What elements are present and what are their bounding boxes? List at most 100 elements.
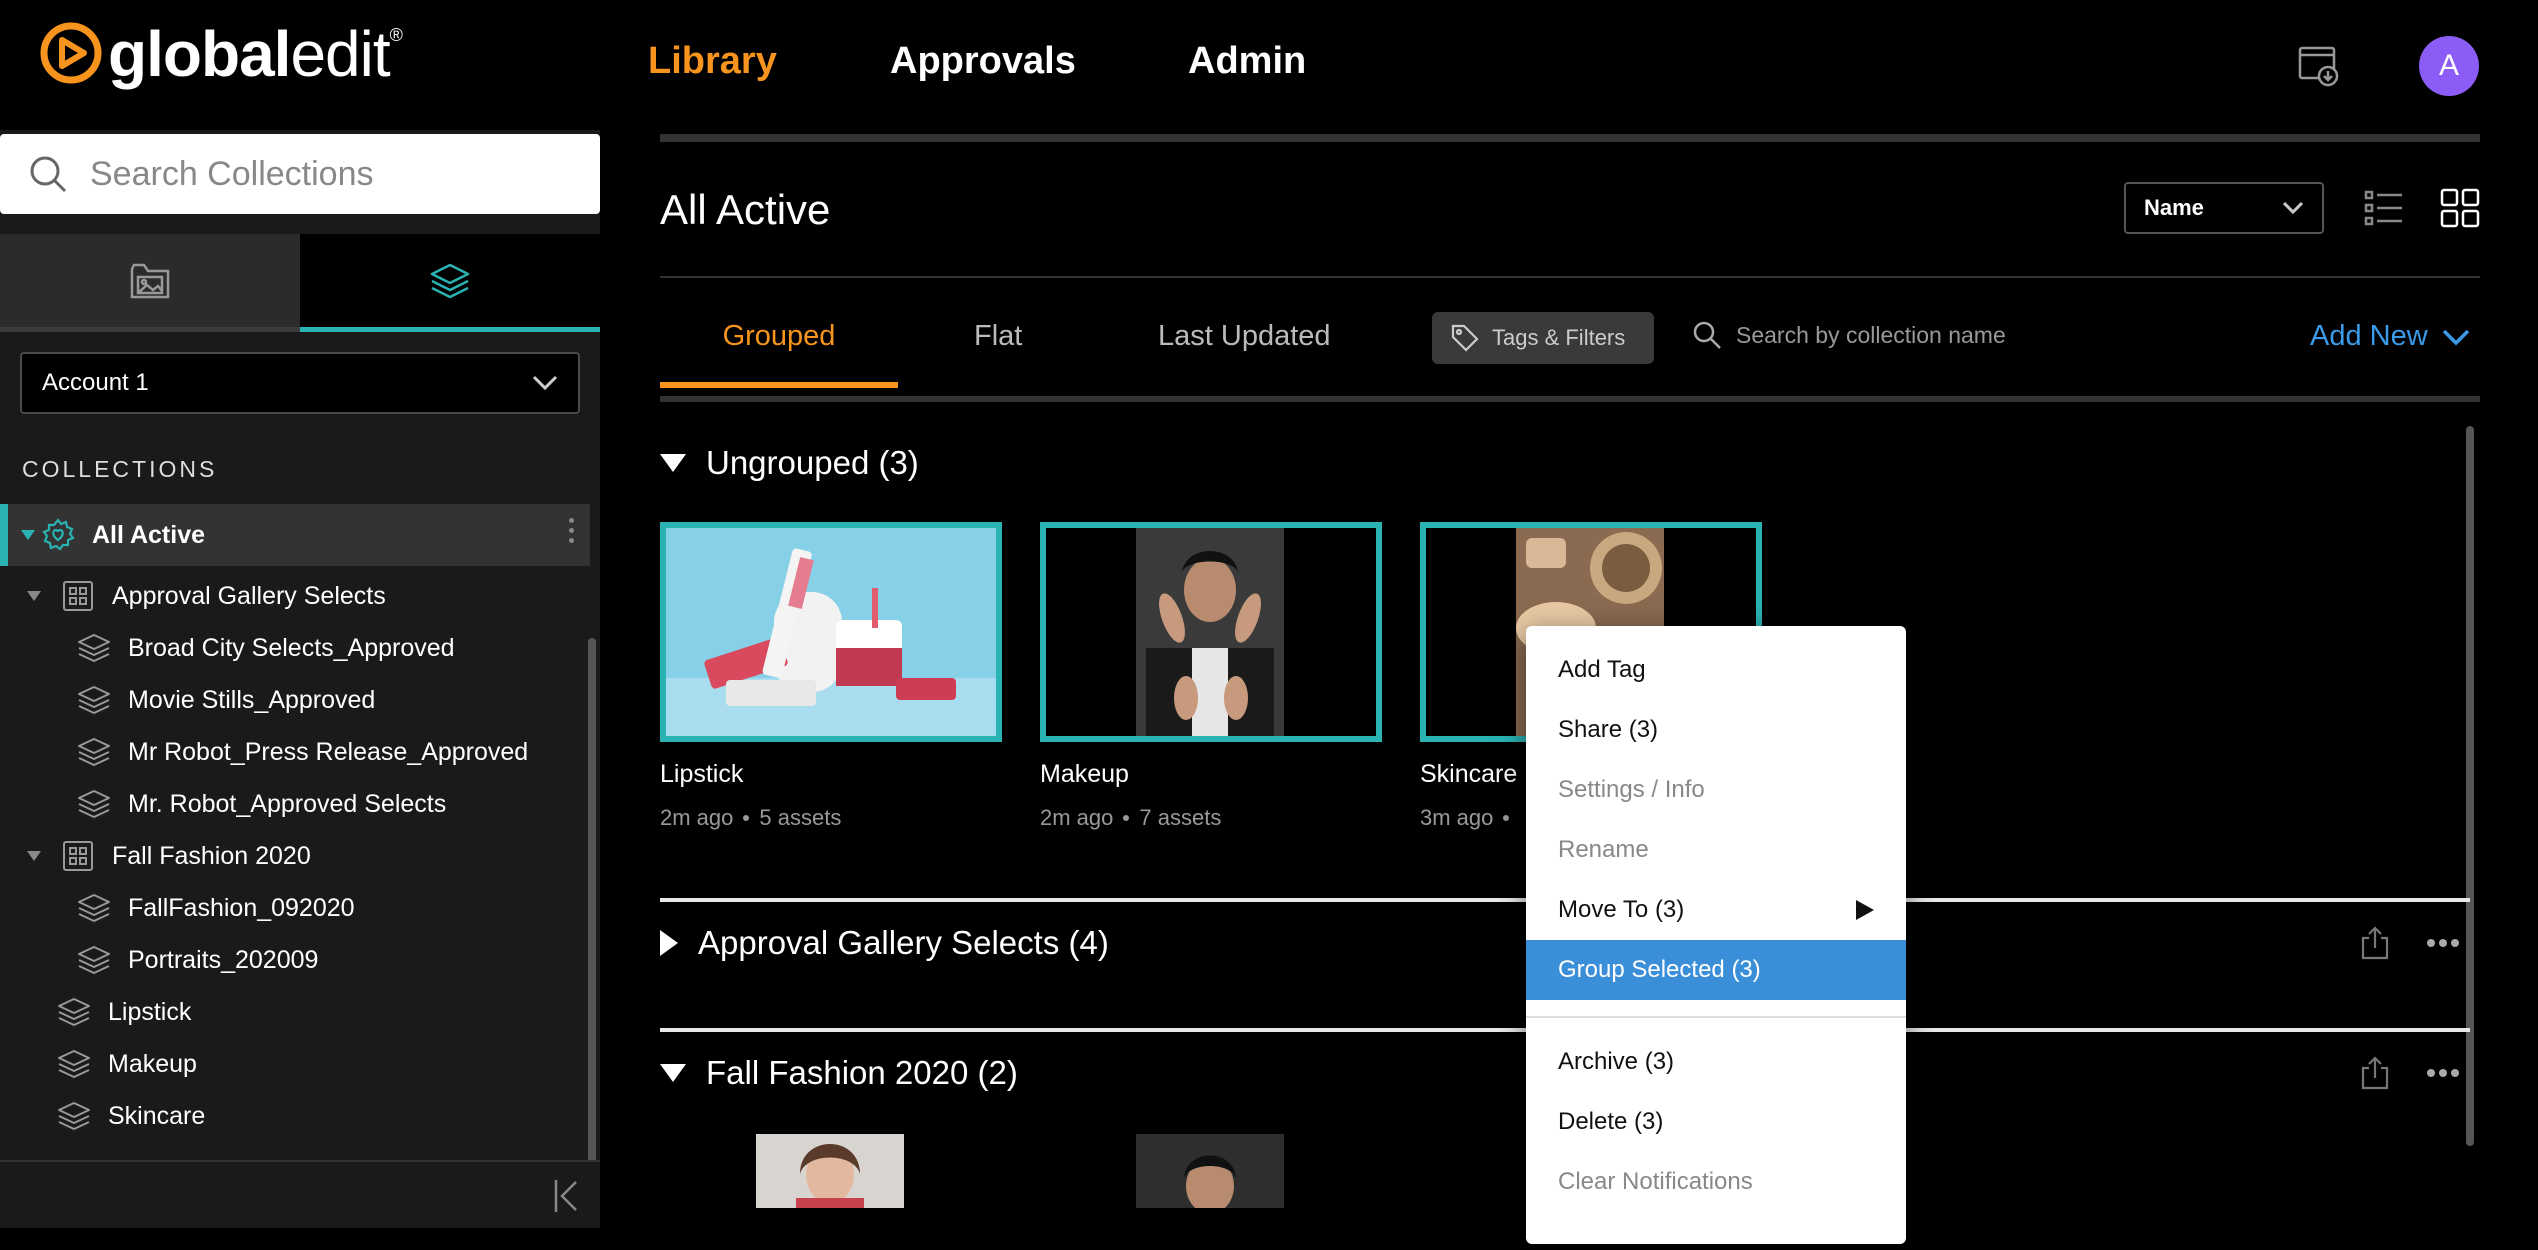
main-scrollbar[interactable] [2466,426,2474,1146]
tag-icon [1451,324,1479,352]
account-select-value: Account 1 [42,369,149,396]
menu-item-rename[interactable]: Rename [1526,820,1906,880]
caret-right-icon [660,930,678,956]
caret-down-icon[interactable] [24,591,44,601]
tree-item-skincare[interactable]: Skincare [0,1090,590,1142]
tab-flat[interactable]: Flat [974,320,1022,388]
tree-item-approval-gallery-selects[interactable]: Approval Gallery Selects [0,570,590,622]
globaledit-logo[interactable]: globaledit® [38,20,403,86]
share-icon[interactable] [2360,1056,2390,1090]
layers-icon [74,789,114,819]
collection-card-makeup[interactable]: Makeup 2m ago 7 assets [1040,522,1382,831]
tags-filters-button[interactable]: Tags & Filters [1432,312,1654,364]
layers-icon [430,263,470,298]
caret-down-icon[interactable] [24,851,44,861]
tree-item-mr-robot-approved-selects[interactable]: Mr. Robot_Approved Selects [0,778,590,830]
tree-item-label: All Active [92,520,206,549]
card-thumbnail[interactable] [1136,1134,1284,1208]
menu-item-move-to[interactable]: Move To (3) [1526,880,1906,940]
sidebar-scrollbar[interactable] [588,638,596,1178]
tree-item-lipstick[interactable]: Lipstick [0,986,590,1038]
collection-search [1692,320,2076,350]
context-menu: Add Tag Share (3) Settings / Info Rename… [1526,626,1906,1244]
top-bar: globaledit® Library Approvals Admin A [0,0,2538,130]
tree-item-mr-robot-press-release[interactable]: Mr Robot_Press Release_Approved [0,726,590,778]
user-avatar[interactable]: A [2419,36,2479,96]
card-name: Lipstick [660,760,744,788]
share-icon[interactable] [2360,926,2390,960]
group-actions [2360,1056,2460,1090]
chevron-down-icon [2282,201,2304,215]
divider [660,396,2480,402]
tree-item-broad-city-selects[interactable]: Broad City Selects_Approved [0,622,590,674]
gallery-group-icon [58,840,98,872]
menu-item-share[interactable]: Share (3) [1526,700,1906,760]
nav-admin[interactable]: Admin [1188,40,1306,83]
collection-card-lipstick[interactable]: Lipstick 2m ago 5 assets [660,522,1002,831]
collapse-sidebar-icon[interactable] [550,1178,582,1214]
dot-separator [743,815,750,821]
kebab-menu-icon[interactable] [569,518,574,543]
group-actions [2360,926,2460,960]
menu-item-group-selected[interactable]: Group Selected (3) [1526,940,1906,1000]
chevron-down-icon [2442,329,2469,345]
account-select[interactable]: Account 1 [20,352,580,414]
menu-item-add-tag[interactable]: Add Tag [1526,640,1906,700]
tab-last-updated[interactable]: Last Updated [1158,320,1331,388]
tree-item-label: FallFashion_092020 [128,893,355,922]
group-header-approval-gallery-selects[interactable]: Approval Gallery Selects (4) [660,924,1109,962]
group-header-fall-fashion-2020[interactable]: Fall Fashion 2020 (2) [660,1054,1018,1092]
tree-item-makeup[interactable]: Makeup [0,1038,590,1090]
group-header-ungrouped[interactable]: Ungrouped (3) [660,444,919,482]
collections-tree: All Active Approval Gallery Selects Broa… [0,504,590,1142]
nav-library[interactable]: Library [648,40,777,83]
menu-item-archive[interactable]: Archive (3) [1526,1032,1906,1092]
search-collections-input[interactable] [90,154,570,194]
tree-item-fall-fashion-2020[interactable]: Fall Fashion 2020 [0,830,590,882]
tab-folders[interactable] [0,234,300,332]
group-title: Approval Gallery Selects (4) [698,924,1109,961]
more-options-icon[interactable] [2426,1068,2460,1078]
menu-item-settings-info[interactable]: Settings / Info [1526,760,1906,820]
menu-item-clear-notifications[interactable]: Clear Notifications [1526,1152,1906,1212]
list-view-icon[interactable] [2364,188,2404,228]
downloads-icon[interactable] [2298,44,2340,88]
search-collections-box [0,134,600,214]
layers-icon [74,737,114,767]
tab-collections[interactable] [300,234,600,332]
collections-header: COLLECTIONS [22,456,218,482]
gear-heart-icon [38,518,78,552]
add-new-button[interactable]: Add New [2310,320,2470,353]
folder-image-icon [130,263,170,298]
layers-icon [74,633,114,663]
card-assets: 7 assets [1139,805,1222,830]
card-thumbnail[interactable] [756,1134,904,1208]
tree-item-portraits-202009[interactable]: Portraits_202009 [0,934,590,986]
more-options-icon[interactable] [2426,938,2460,948]
tree-item-movie-stills[interactable]: Movie Stills_Approved [0,674,590,726]
search-icon [1693,321,1721,349]
card-name: Makeup [1040,760,1129,788]
layers-icon [54,1049,94,1079]
collection-search-input[interactable] [1736,321,2076,349]
layers-icon [74,945,114,975]
tree-item-label: Mr Robot_Press Release_Approved [128,737,529,766]
tree-item-label: Makeup [108,1049,197,1078]
globaledit-logo-icon [40,22,102,84]
caret-down-icon[interactable] [18,530,38,540]
dot-separator [1123,815,1130,821]
tab-grouped[interactable]: Grouped [660,320,898,388]
nav-approvals[interactable]: Approvals [890,40,1076,83]
layers-icon [54,1101,94,1131]
tree-item-label: Broad City Selects_Approved [128,633,455,662]
tree-item-all-active[interactable]: All Active [0,504,590,566]
add-new-label: Add New [2310,320,2428,352]
card-thumbnail[interactable] [660,522,1002,742]
tree-item-label: Approval Gallery Selects [112,581,386,610]
grid-view-icon[interactable] [2440,188,2480,228]
menu-item-delete[interactable]: Delete (3) [1526,1092,1906,1152]
tree-item-label: Mr. Robot_Approved Selects [128,789,447,818]
sort-select[interactable]: Name [2124,182,2324,234]
tree-item-fallfashion-092020[interactable]: FallFashion_092020 [0,882,590,934]
card-thumbnail[interactable] [1040,522,1382,742]
